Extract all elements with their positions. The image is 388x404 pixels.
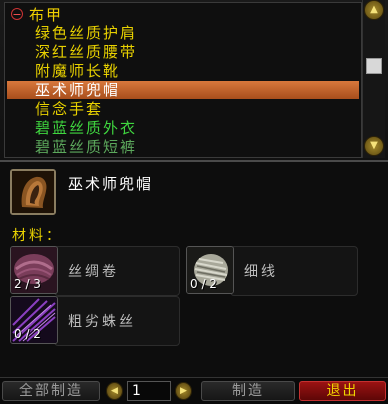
- material-slot[interactable]: 2 / 3 丝绸卷: [10, 246, 180, 296]
- tradeskill-window: − 布甲 绿色丝质护肩 深红丝质腰带 附魔师长靴 巫术师兜帽 信念手套 碧蓝丝质…: [0, 0, 388, 404]
- recipe-item[interactable]: 信念手套: [35, 100, 355, 118]
- material-name: 丝绸卷: [68, 264, 119, 280]
- materials-heading: 材料：: [12, 228, 63, 244]
- hood-icon[interactable]: [10, 169, 56, 215]
- recipe-detail-pane: 巫术师兜帽 材料： 2 / 3 丝绸卷 0 / 2 细线 0 / 2 粗劣蛛丝: [0, 162, 388, 375]
- material-name: 粗劣蛛丝: [68, 314, 136, 330]
- scroll-thumb[interactable]: [366, 58, 382, 74]
- recipe-item[interactable]: 碧蓝丝质外衣: [35, 119, 355, 137]
- recipe-list-pane: − 布甲 绿色丝质护肩 深红丝质腰带 附魔师长靴 巫术师兜帽 信念手套 碧蓝丝质…: [0, 0, 388, 162]
- material-slot[interactable]: 0 / 2 粗劣蛛丝: [10, 296, 180, 346]
- scroll-down-icon[interactable]: ▼: [364, 136, 384, 156]
- recipe-item[interactable]: 碧蓝丝质短裤: [35, 138, 355, 156]
- material-slot[interactable]: 0 / 2 细线: [186, 246, 358, 296]
- exit-button[interactable]: 退出: [299, 381, 386, 401]
- material-name: 细线: [244, 264, 278, 280]
- recipe-scrollbar[interactable]: ▲ ▼: [362, 0, 385, 158]
- scroll-up-icon[interactable]: ▲: [364, 0, 384, 20]
- material-count: 2 / 3: [14, 277, 41, 291]
- category-label: 布甲: [29, 5, 64, 24]
- recipe-item[interactable]: 绿色丝质护肩: [35, 24, 355, 42]
- action-bar: 全部制造 ◀ 1 ▶ 制造 退出: [0, 377, 388, 404]
- create-all-button[interactable]: 全部制造: [2, 381, 100, 401]
- decrement-arrow-icon[interactable]: ◀: [106, 382, 123, 400]
- material-count: 0 / 2: [14, 327, 41, 341]
- recipe-list: − 布甲 绿色丝质护肩 深红丝质腰带 附魔师长靴 巫术师兜帽 信念手套 碧蓝丝质…: [4, 2, 362, 158]
- recipe-item[interactable]: 深红丝质腰带: [35, 43, 355, 61]
- recipe-item-selected[interactable]: 巫术师兜帽: [7, 81, 359, 99]
- create-button[interactable]: 制造: [201, 381, 295, 401]
- category-header[interactable]: − 布甲: [11, 5, 64, 24]
- quantity-input[interactable]: 1: [127, 381, 171, 401]
- material-count: 0 / 2: [190, 277, 217, 291]
- increment-arrow-icon[interactable]: ▶: [175, 382, 192, 400]
- selected-item-name: 巫术师兜帽: [68, 175, 154, 193]
- collapse-icon[interactable]: −: [11, 8, 23, 20]
- recipe-item[interactable]: 附魔师长靴: [35, 62, 355, 80]
